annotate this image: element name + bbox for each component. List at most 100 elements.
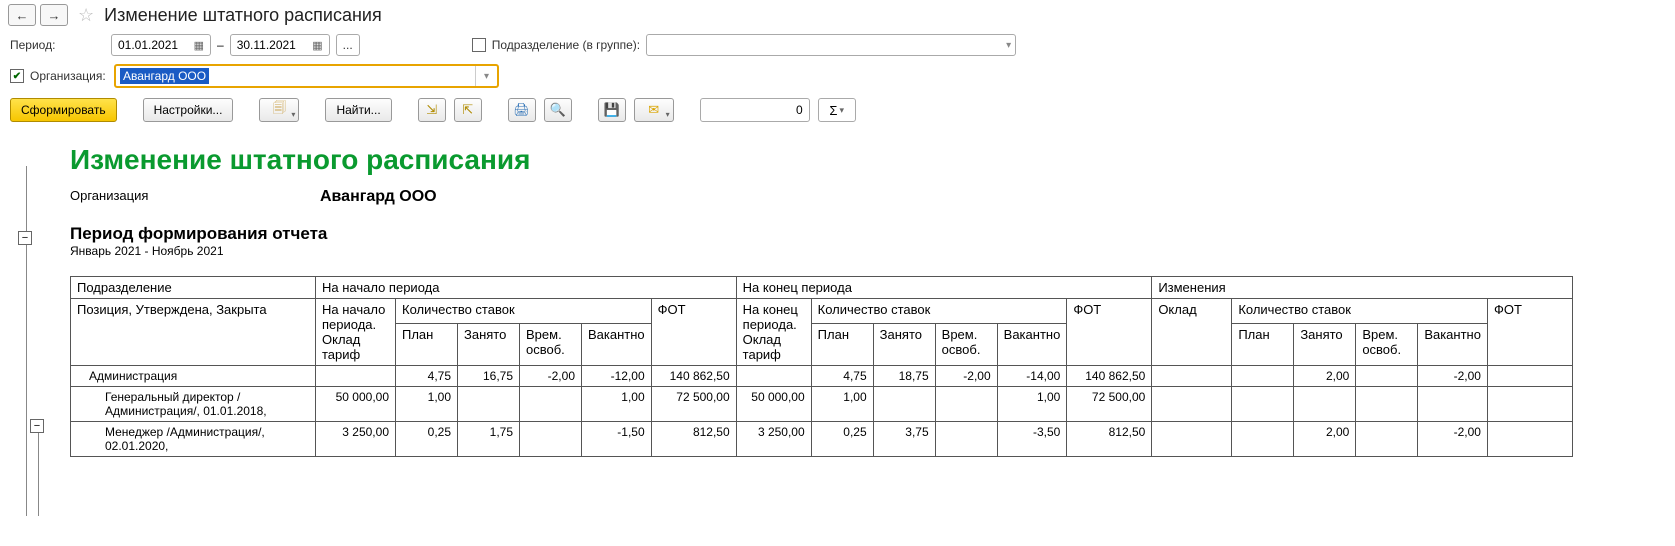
organization-label: Организация: [30, 69, 108, 83]
th-oklad-chg: Оклад [1152, 299, 1232, 366]
collapse-tree-button[interactable]: ⇱ [454, 98, 482, 122]
outline-collapse-node[interactable]: − [18, 231, 32, 245]
cell: 1,75 [458, 422, 520, 457]
department-checkbox[interactable] [472, 38, 486, 52]
cell: 1,00 [396, 387, 458, 422]
cell: 3 250,00 [736, 422, 811, 457]
copy-icon: 🗐 [273, 99, 286, 121]
chevron-down-icon: ▾ [484, 71, 489, 82]
report-period-heading: Период формирования отчета [70, 224, 1665, 244]
cell [935, 422, 997, 457]
cell [1232, 422, 1294, 457]
numeric-spinner[interactable]: 0 [700, 98, 810, 122]
cell [873, 387, 935, 422]
cell [1152, 366, 1232, 387]
table-row[interactable]: Генеральный директор /Администрация/, 01… [71, 387, 1573, 422]
cell: 50 000,00 [316, 387, 396, 422]
sum-button[interactable]: Σ ▾ [818, 98, 856, 122]
tree-expand-icon: ⇲ [426, 102, 437, 118]
tree-collapse-icon: ⇱ [462, 102, 473, 118]
th-vrem: Врем. освоб. [1356, 323, 1418, 365]
cell: 1,00 [811, 387, 873, 422]
generate-button[interactable]: Сформировать [10, 98, 117, 122]
expand-tree-button[interactable]: ⇲ [418, 98, 446, 122]
organization-value: Авангард ООО [120, 68, 209, 84]
cell [316, 366, 396, 387]
date-from-value: 01.01.2021 [118, 38, 178, 52]
cell: 4,75 [396, 366, 458, 387]
cell: 0,25 [396, 422, 458, 457]
outline-gutter: − − [10, 136, 50, 516]
cell: -2,00 [1418, 366, 1488, 387]
report-title: Изменение штатного расписания [70, 144, 1665, 176]
cell: 2,00 [1294, 422, 1356, 457]
copy-split-button[interactable]: 🗐 ▾ [259, 98, 299, 122]
settings-button[interactable]: Настройки... [143, 98, 234, 122]
row-label: Генеральный директор /Администрация/, 01… [71, 387, 316, 422]
cell: 3 250,00 [316, 422, 396, 457]
print-button[interactable]: 🖨 [508, 98, 536, 122]
department-dropdown[interactable]: ▾ [646, 34, 1016, 56]
cell: -2,00 [520, 366, 582, 387]
th-start-tarif: На начало периода. Оклад тариф [316, 299, 396, 366]
cell [520, 422, 582, 457]
organization-dropdown-button[interactable]: ▾ [475, 66, 497, 86]
calendar-icon[interactable]: ▦ [312, 39, 322, 52]
outline-collapse-node[interactable]: − [30, 419, 44, 433]
date-to-input[interactable]: 30.11.2021 ▦ [230, 34, 330, 56]
cell: 1,00 [997, 387, 1067, 422]
favorite-star-icon[interactable]: ☆ [78, 5, 94, 26]
chevron-down-icon: ▾ [1006, 40, 1011, 51]
cell: 72 500,00 [651, 387, 736, 422]
th-stavok-chg: Количество ставок [1232, 299, 1488, 324]
th-fot-end: ФОТ [1067, 299, 1152, 366]
cell [1487, 387, 1572, 422]
print-icon: 🖨 [513, 102, 530, 118]
th-plan: План [811, 323, 873, 365]
cell: 0,25 [811, 422, 873, 457]
organization-field[interactable]: Авангард ООО ▾ [114, 64, 499, 88]
cell: -3,50 [997, 422, 1067, 457]
th-vrem: Врем. освоб. [935, 323, 997, 365]
table-row[interactable]: Менеджер /Администрация/, 02.01.2020, 3 … [71, 422, 1573, 457]
find-button[interactable]: Найти... [325, 98, 391, 122]
outline-line [38, 426, 39, 516]
cell [1418, 387, 1488, 422]
chevron-down-icon: ▾ [291, 110, 295, 119]
email-icon: ✉ [648, 102, 659, 118]
save-button[interactable]: 💾 [598, 98, 626, 122]
calendar-icon[interactable]: ▦ [194, 39, 204, 52]
cell: 140 862,50 [1067, 366, 1152, 387]
date-from-input[interactable]: 01.01.2021 ▦ [111, 34, 211, 56]
th-plan: План [396, 323, 458, 365]
cell [1152, 422, 1232, 457]
organization-checkbox[interactable] [10, 69, 24, 83]
cell [935, 387, 997, 422]
period-builder-button[interactable]: ... [336, 34, 360, 56]
chevron-down-icon: ▾ [666, 110, 670, 119]
th-changes: Изменения [1152, 277, 1573, 299]
report-org-label: Организация [70, 188, 320, 206]
print-preview-button[interactable]: 🔍 [544, 98, 572, 122]
ellipsis-icon: ... [343, 38, 353, 52]
table-row[interactable]: Администрация 4,75 16,75 -2,00 -12,00 14… [71, 366, 1573, 387]
cell [1487, 366, 1572, 387]
th-stavok-end: Количество ставок [811, 299, 1067, 324]
cell [1294, 387, 1356, 422]
forward-button[interactable]: → [40, 4, 68, 26]
print-preview-icon: 🔍 [550, 102, 566, 118]
cell [1356, 387, 1418, 422]
send-email-split-button[interactable]: ✉ ▾ [634, 98, 674, 122]
th-zanyato: Занято [1294, 323, 1356, 365]
cell: 2,00 [1294, 366, 1356, 387]
save-icon: 💾 [604, 102, 620, 118]
cell [1356, 422, 1418, 457]
department-label: Подразделение (в группе): [492, 38, 640, 52]
th-end-period: На конец периода [736, 277, 1152, 299]
report-period-text: Январь 2021 - Ноябрь 2021 [70, 244, 1665, 258]
period-label: Период: [10, 38, 105, 52]
th-position: Позиция, Утверждена, Закрыта [71, 299, 316, 366]
cell [520, 387, 582, 422]
back-button[interactable]: ← [8, 4, 36, 26]
th-stavok-start: Количество ставок [396, 299, 652, 324]
